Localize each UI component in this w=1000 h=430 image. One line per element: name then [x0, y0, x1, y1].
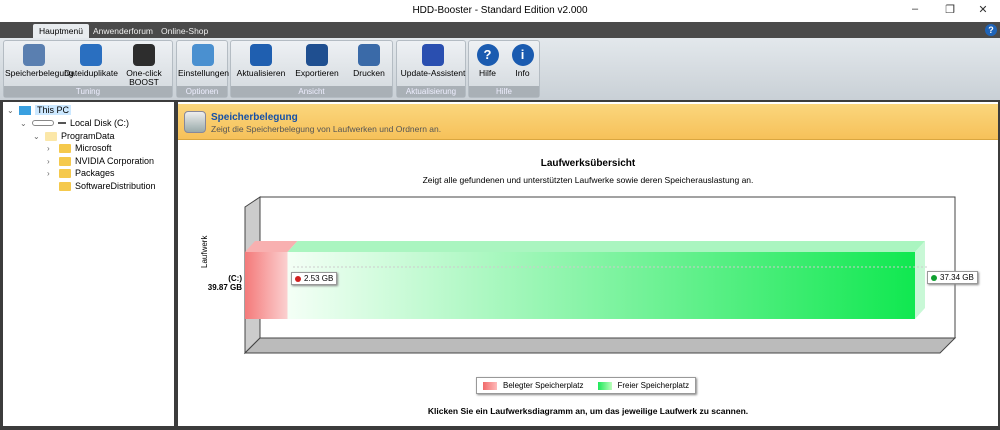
used-data-label: 2.53 GB: [291, 272, 338, 285]
printer-icon: [358, 44, 380, 66]
ribbon-group-label: Ansicht: [231, 86, 392, 97]
duplicates-icon: [80, 44, 102, 66]
bar-top-1: [287, 241, 925, 252]
drucken-button[interactable]: Drucken: [344, 43, 394, 88]
speicherbelegung-button[interactable]: Speicherbelegung: [5, 43, 74, 88]
legend-free: Freier Speicherplatz: [617, 381, 690, 390]
button-label: Update-Assistent: [400, 68, 466, 78]
folder-icon: [59, 143, 71, 153]
tab-hauptmenue[interactable]: Hauptmenü: [33, 24, 89, 38]
chart-title: Laufwerksübersicht: [540, 158, 636, 169]
y-axis-label: Laufwerk: [200, 235, 209, 268]
tree-node-local-disk[interactable]: ⌄ Local Disk (C:): [20, 118, 129, 128]
one-click-boost-button[interactable]: One-click BOOST: [119, 43, 169, 88]
update-assistent-button[interactable]: Update-Assistent: [398, 43, 468, 88]
folder-icon: [59, 181, 71, 191]
legend-swatch-used: [483, 381, 497, 390]
disk-usage-icon: [184, 111, 206, 133]
info-button[interactable]: i Info: [505, 43, 540, 88]
ribbon-group-label: Aktualisierung: [397, 86, 465, 97]
chart-subtitle: Zeigt alle gefundenen und unterstützten …: [422, 175, 754, 185]
section-subtitle: Zeigt die Speicherbelegung von Laufwerke…: [211, 124, 442, 134]
help-icon[interactable]: ?: [985, 24, 997, 36]
info-icon: i: [511, 44, 534, 66]
chart-legend: Belegter Speicherplatz Freier Speicherpl…: [476, 377, 697, 394]
ribbon-group-ansicht: Aktualisieren Exportieren Drucken Ansicht: [230, 40, 393, 98]
ribbon-group-hilfe: ? Hilfe i Info Hilfe: [468, 40, 540, 98]
category-label: (C:): [228, 274, 242, 283]
button-label: One-click BOOST: [126, 68, 162, 87]
computer-icon: [19, 105, 31, 115]
section-header: Speicherbelegung Zeigt die Speicherbeleg…: [178, 104, 998, 140]
folder-icon: [59, 156, 71, 166]
tab-anwenderforum[interactable]: Anwenderforum: [87, 24, 159, 38]
button-label: Info: [515, 68, 530, 78]
floppy-icon: [306, 44, 328, 66]
title-bar: HDD-Booster - Standard Edition v2.000 – …: [0, 0, 1000, 22]
legend-used: Belegter Speicherplatz: [503, 381, 584, 390]
tree-node-programdata[interactable]: ⌄ ProgramData: [33, 131, 115, 141]
ribbon: Speicherbelegung Dateiduplikate One-click …: [0, 38, 1000, 100]
tools-icon: [192, 44, 214, 66]
window-title: HDD-Booster - Standard Edition v2.000: [412, 5, 588, 16]
button-label: Einstellungen: [178, 68, 230, 78]
boost-gauge-icon: [133, 44, 155, 66]
aktualisieren-button[interactable]: Aktualisieren: [232, 43, 290, 88]
drive-icon: [32, 120, 54, 126]
category-total: 39.87 GB: [207, 283, 242, 292]
ribbon-group-aktualisierung: Update-Assistent Aktualisierung: [396, 40, 466, 98]
ribbon-group-label: Tuning: [4, 86, 172, 97]
ribbon-group-label: Hilfe: [469, 86, 539, 97]
tree-node-child[interactable]: › Packages: [47, 168, 115, 178]
close-button[interactable]: ✕: [968, 3, 998, 19]
legend-swatch-free: [597, 381, 612, 390]
folder-icon: [59, 168, 71, 178]
button-label: Dateiduplikate: [64, 68, 118, 78]
restore-button[interactable]: ❐: [935, 3, 965, 19]
wizard-icon: [422, 44, 444, 66]
scan-hint: Klicken Sie ein Laufwerksdiagramm an, um…: [427, 406, 749, 416]
tab-online-shop[interactable]: Online-Shop: [155, 24, 214, 38]
button-label: Exportieren: [295, 68, 339, 78]
dateiduplikate-button[interactable]: Dateiduplikate: [63, 43, 119, 88]
tree-node-this-pc[interactable]: ⌄ This PC: [7, 105, 72, 115]
section-title: Speicherbelegung: [211, 112, 298, 123]
button-label: Aktualisieren: [236, 68, 286, 78]
disk-usage-icon: [23, 44, 45, 66]
button-label: Speicherbelegung: [5, 68, 74, 78]
einstellungen-button[interactable]: Einstellungen: [178, 43, 230, 88]
bar-used-space[interactable]: [245, 252, 288, 319]
folder-tree[interactable]: ⌄ This PC ⌄ Local Disk (C:) ⌄ ProgramData ›…: [3, 102, 174, 426]
ribbon-group-label: Optionen: [177, 86, 227, 97]
button-label: Drucken: [353, 68, 385, 78]
tree-node-child[interactable]: › Microsoft: [47, 143, 112, 153]
ribbon-group-tuning: Speicherbelegung Dateiduplikate One-click …: [3, 40, 173, 98]
bar-free-space[interactable]: [287, 252, 915, 319]
exportieren-button[interactable]: Exportieren: [290, 43, 344, 88]
refresh-icon: [250, 44, 272, 66]
free-data-label: 37.34 GB: [927, 271, 978, 284]
button-label: Hilfe: [478, 68, 496, 78]
bar-side: [915, 241, 925, 319]
ribbon-group-optionen: Einstellungen Optionen: [176, 40, 230, 98]
hilfe-button[interactable]: ? Hilfe: [470, 43, 505, 88]
help-icon: ?: [476, 44, 499, 66]
minimize-button[interactable]: –: [900, 3, 930, 19]
tree-node-child[interactable]: › NVIDIA Corporation: [47, 156, 154, 166]
tree-node-child[interactable]: SoftwareDistribution: [47, 181, 156, 191]
chart-floor: [243, 337, 957, 354]
menu-tab-bar: Hauptmenü Anwenderforum Online-Shop ?: [0, 22, 1000, 38]
folder-icon: [45, 131, 57, 141]
main-panel: Speicherbelegung Zeigt die Speicherbeleg…: [178, 102, 998, 426]
